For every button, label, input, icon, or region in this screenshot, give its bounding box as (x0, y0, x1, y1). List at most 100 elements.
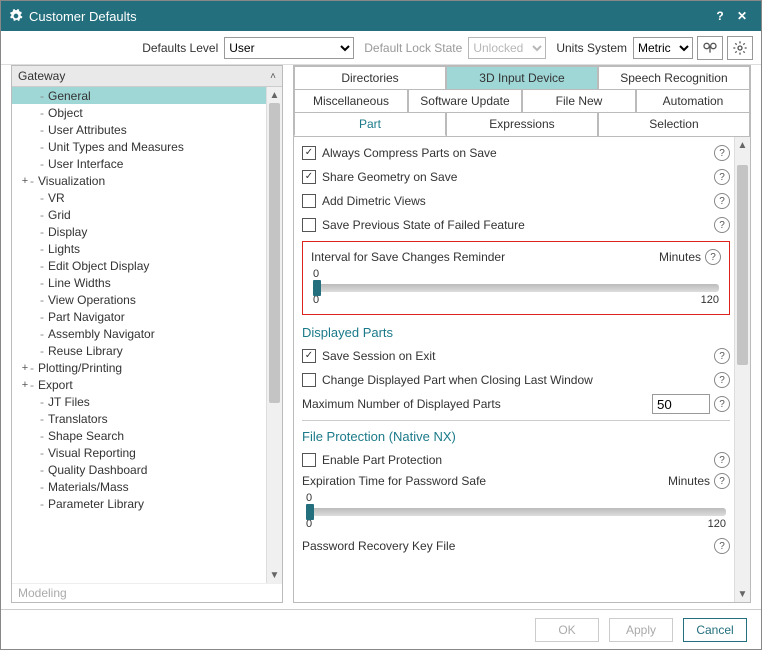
tree-item-lights[interactable]: -Lights (12, 240, 282, 257)
settings-scrollbar[interactable]: ▲ ▼ (734, 137, 750, 602)
tree-item-display[interactable]: -Display (12, 223, 282, 240)
tree-item-jt-files[interactable]: -JT Files (12, 393, 282, 410)
tree-scrollbar[interactable]: ▲ ▼ (266, 87, 282, 583)
scroll-up-icon[interactable]: ▲ (735, 137, 750, 153)
expiration-title: Expiration Time for Password Safe (302, 474, 668, 488)
window-title: Customer Defaults (29, 9, 709, 24)
save-session-label: Save Session on Exit (322, 349, 710, 363)
tab-software-update[interactable]: Software Update (408, 89, 522, 112)
tree-item-user-interface[interactable]: -User Interface (12, 155, 282, 172)
help-icon[interactable]: ? (714, 538, 730, 554)
tree-item-assembly-navigator[interactable]: -Assembly Navigator (12, 325, 282, 342)
units-select[interactable]: Metric (633, 37, 693, 59)
settings-icon[interactable] (727, 36, 753, 60)
tree-item-user-attributes[interactable]: -User Attributes (12, 121, 282, 138)
save-session-checkbox[interactable] (302, 349, 316, 363)
help-icon[interactable]: ? (714, 145, 730, 161)
expand-icon[interactable]: + (20, 379, 30, 391)
help-icon[interactable]: ? (714, 452, 730, 468)
tree-header[interactable]: Gateway ˄ (12, 66, 282, 87)
tree-item-unit-types-and-measures[interactable]: -Unit Types and Measures (12, 138, 282, 155)
change-displayed-checkbox[interactable] (302, 373, 316, 387)
reminder-max: 120 (701, 294, 719, 306)
tree-item-label: Translators (48, 412, 108, 426)
expiration-max: 120 (708, 518, 726, 530)
help-icon[interactable]: ? (714, 473, 730, 489)
slider-thumb[interactable] (313, 280, 321, 296)
tree-item-visualization[interactable]: +-Visualization (12, 172, 282, 189)
share-geometry-checkbox[interactable] (302, 170, 316, 184)
tree-item-quality-dashboard[interactable]: -Quality Dashboard (12, 461, 282, 478)
tab-3d-input-device[interactable]: 3D Input Device (446, 66, 598, 89)
tree-item-line-widths[interactable]: -Line Widths (12, 274, 282, 291)
enable-protection-checkbox[interactable] (302, 453, 316, 467)
tree-bullet-icon: - (40, 463, 44, 477)
expiration-units: Minutes (668, 474, 710, 488)
tree-bullet-icon: - (30, 361, 34, 375)
expand-icon[interactable]: + (20, 362, 30, 374)
scroll-down-icon[interactable]: ▼ (267, 567, 282, 583)
tab-speech-recognition[interactable]: Speech Recognition (598, 66, 750, 89)
help-icon[interactable]: ? (714, 193, 730, 209)
tree-bullet-icon: - (40, 208, 44, 222)
slider-thumb[interactable] (306, 504, 314, 520)
tree-item-plotting-printing[interactable]: +-Plotting/Printing (12, 359, 282, 376)
tree-item-label: Grid (48, 208, 71, 222)
scroll-thumb[interactable] (269, 103, 280, 403)
tree-item-grid[interactable]: -Grid (12, 206, 282, 223)
tab-part[interactable]: Part (294, 112, 446, 136)
help-icon[interactable]: ? (705, 249, 721, 265)
find-icon[interactable] (697, 36, 723, 60)
tab-selection[interactable]: Selection (598, 112, 750, 136)
tab-file-new[interactable]: File New (522, 89, 636, 112)
tree-bullet-icon: - (40, 225, 44, 239)
help-icon[interactable]: ? (714, 396, 730, 412)
tree-item-shape-search[interactable]: -Shape Search (12, 427, 282, 444)
tab-miscellaneous[interactable]: Miscellaneous (294, 89, 408, 112)
add-dimetric-checkbox[interactable] (302, 194, 316, 208)
expand-icon[interactable]: + (20, 175, 30, 187)
defaults-level-select[interactable]: User (224, 37, 354, 59)
help-icon[interactable]: ? (714, 169, 730, 185)
help-icon[interactable]: ? (714, 372, 730, 388)
save-prev-state-label: Save Previous State of Failed Feature (322, 218, 710, 232)
scroll-down-icon[interactable]: ▼ (735, 586, 750, 602)
help-icon[interactable]: ? (714, 217, 730, 233)
help-icon[interactable]: ? (714, 348, 730, 364)
ok-button: OK (535, 618, 599, 642)
toolbar: Defaults Level User Default Lock State U… (1, 31, 761, 65)
tree-item-view-operations[interactable]: -View Operations (12, 291, 282, 308)
tree-item-general[interactable]: -General (12, 87, 282, 104)
max-displayed-input[interactable] (652, 394, 710, 414)
tree-item-vr[interactable]: -VR (12, 189, 282, 206)
tree-item-edit-object-display[interactable]: -Edit Object Display (12, 257, 282, 274)
tree-bullet-icon: - (40, 480, 44, 494)
tree-item-visual-reporting[interactable]: -Visual Reporting (12, 444, 282, 461)
dialog-footer: OK Apply Cancel (1, 609, 761, 649)
tab-expressions[interactable]: Expressions (446, 112, 598, 136)
reminder-slider[interactable] (313, 284, 719, 292)
file-protection-title: File Protection (Native NX) (302, 425, 730, 448)
save-prev-state-checkbox[interactable] (302, 218, 316, 232)
tree-item-translators[interactable]: -Translators (12, 410, 282, 427)
always-compress-checkbox[interactable] (302, 146, 316, 160)
close-button[interactable]: ✕ (731, 5, 753, 27)
help-button[interactable]: ? (709, 5, 731, 27)
tree-item-export[interactable]: +-Export (12, 376, 282, 393)
tree-bullet-icon: - (40, 191, 44, 205)
tree-item-object[interactable]: -Object (12, 104, 282, 121)
tab-automation[interactable]: Automation (636, 89, 750, 112)
tree-bullet-icon: - (30, 174, 34, 188)
tree-item-label: JT Files (48, 395, 90, 409)
tab-directories[interactable]: Directories (294, 66, 446, 89)
expiration-slider[interactable] (306, 508, 726, 516)
tree-item-reuse-library[interactable]: -Reuse Library (12, 342, 282, 359)
tree-item-part-navigator[interactable]: -Part Navigator (12, 308, 282, 325)
scroll-up-icon[interactable]: ▲ (267, 87, 282, 103)
tree-header-next[interactable]: Modeling (12, 583, 282, 602)
tree-item-parameter-library[interactable]: -Parameter Library (12, 495, 282, 512)
enable-protection-label: Enable Part Protection (322, 453, 710, 467)
scroll-thumb[interactable] (737, 165, 748, 365)
tree-item-materials-mass[interactable]: -Materials/Mass (12, 478, 282, 495)
cancel-button[interactable]: Cancel (683, 618, 747, 642)
